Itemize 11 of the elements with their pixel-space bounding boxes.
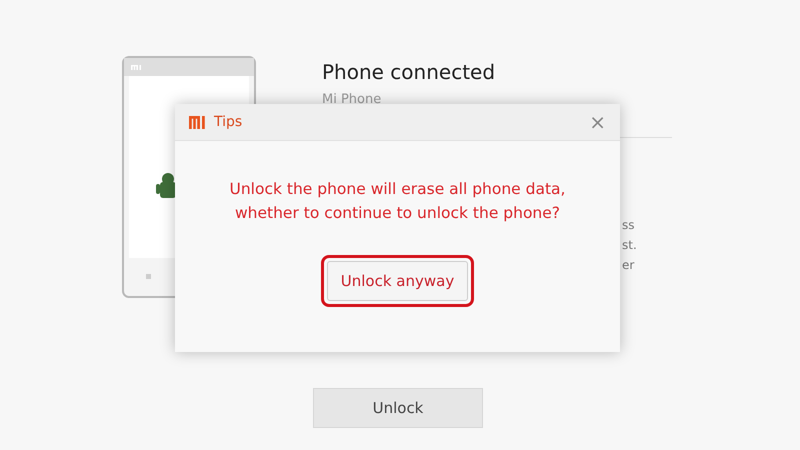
warning-message: Unlock the phone will erase all phone data, whether to continue to unlock the phone? xyxy=(228,179,566,224)
text-fragment: er xyxy=(622,258,634,272)
status-title: Phone connected xyxy=(322,60,496,84)
logo-icon xyxy=(189,116,208,128)
dialog-title: Tips xyxy=(214,114,244,130)
unlock-anyway-button[interactable]: Unlock anyway xyxy=(327,261,468,301)
unlock-button[interactable]: Unlock xyxy=(313,388,483,428)
close-button[interactable]: × xyxy=(589,110,606,134)
device-name: Mi Phone xyxy=(322,92,382,107)
text-fragment: st. xyxy=(622,238,637,252)
text-fragment: ss xyxy=(622,218,635,232)
